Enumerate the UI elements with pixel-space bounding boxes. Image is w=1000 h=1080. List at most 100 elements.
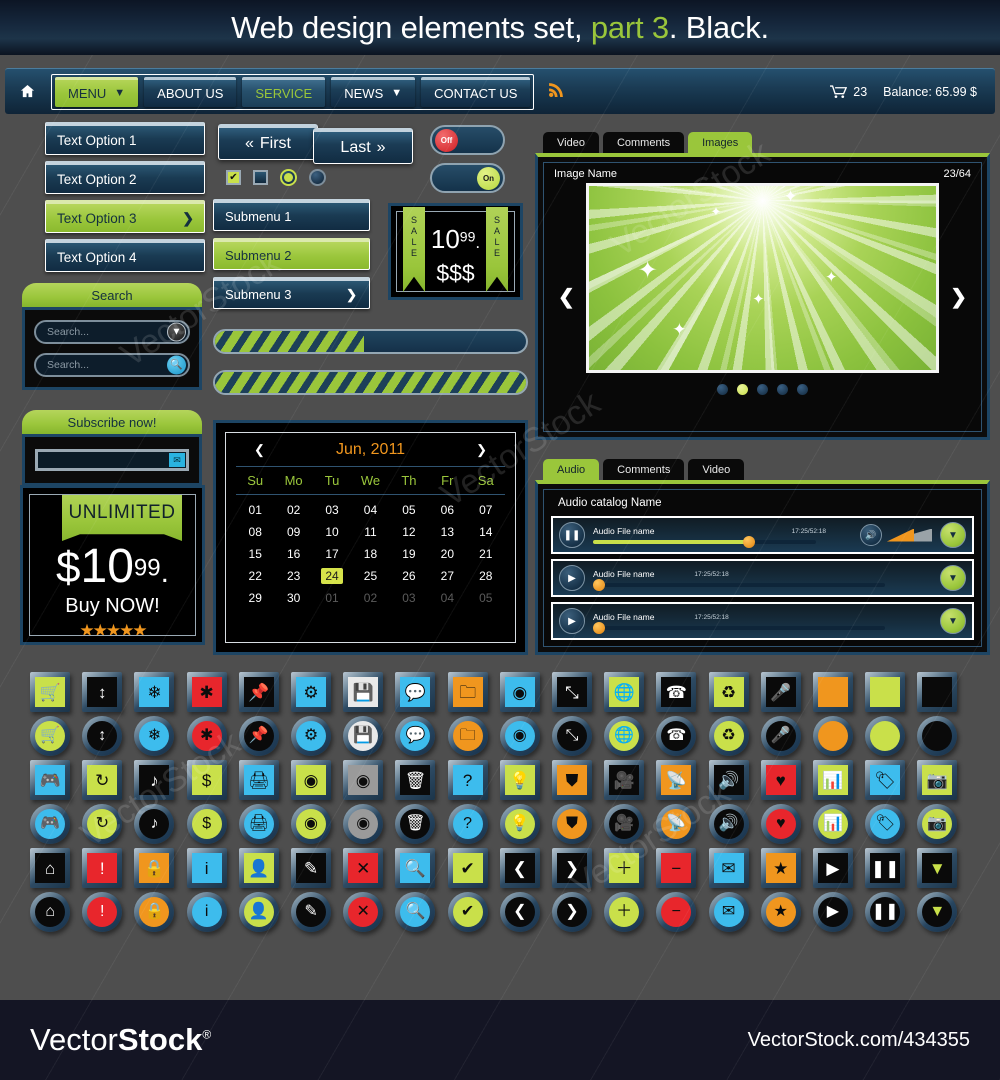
- icon-button-snowflake[interactable]: ❄: [128, 716, 180, 756]
- audio-tab-video[interactable]: Video: [688, 459, 745, 480]
- envelope-icon[interactable]: ✉: [169, 453, 185, 467]
- blank-black-icon[interactable]: [922, 677, 953, 707]
- icon-button-chevron-right[interactable]: ❯: [546, 892, 598, 932]
- speaker-icon[interactable]: 🔊: [713, 809, 744, 839]
- help-icon[interactable]: ?: [452, 809, 483, 839]
- calendar-day[interactable]: 22: [236, 565, 274, 587]
- chevron-down-circle-icon[interactable]: ▼: [922, 853, 953, 883]
- icon-button-eye[interactable]: ◉: [285, 760, 337, 800]
- icon-button-heart[interactable]: ♥: [755, 760, 807, 800]
- icon-button-pause[interactable]: ❚❚: [859, 848, 911, 888]
- calendar-day[interactable]: 10: [313, 521, 351, 543]
- icon-button-speaker[interactable]: 🔊: [702, 804, 754, 844]
- icon-button-user[interactable]: 👤: [233, 892, 285, 932]
- shield-icon[interactable]: ⛊: [556, 809, 587, 839]
- blank-green-icon[interactable]: [870, 677, 901, 707]
- icon-button-sliders[interactable]: ↕: [76, 672, 128, 712]
- audio-row[interactable]: ▶ Audio File name 17:25/52:18 ▼: [551, 559, 974, 597]
- audio-seek-knob[interactable]: [593, 579, 605, 591]
- calendar-day[interactable]: 06: [428, 499, 466, 521]
- calendar-day[interactable]: 24: [313, 565, 351, 587]
- video-camera-icon[interactable]: 🎥: [609, 765, 640, 795]
- nav-item-service[interactable]: SERVICE: [242, 76, 326, 107]
- calendar-day[interactable]: 23: [274, 565, 312, 587]
- icon-button-pin[interactable]: 📌: [233, 672, 285, 712]
- pause-icon[interactable]: ❚❚: [870, 897, 901, 927]
- calendar-day[interactable]: 01: [313, 587, 351, 609]
- icon-button-camera[interactable]: 📷: [911, 804, 963, 844]
- cart-icon[interactable]: 🛒: [35, 677, 66, 707]
- icon-button-search[interactable]: 🔍: [389, 848, 441, 888]
- blank-green-icon[interactable]: [870, 721, 901, 751]
- icon-button-disc[interactable]: ◉: [494, 672, 546, 712]
- lock-icon[interactable]: 🔒: [139, 853, 170, 883]
- pause-icon[interactable]: ❚❚: [559, 522, 585, 548]
- chevron-left-icon[interactable]: ❮: [504, 897, 535, 927]
- gallery-dot[interactable]: [717, 384, 728, 395]
- close-icon[interactable]: ✕: [348, 853, 379, 883]
- icon-button-gear[interactable]: ⚙: [285, 672, 337, 712]
- icon-button-blank-black[interactable]: [911, 672, 963, 712]
- icon-button-music-note[interactable]: ♪: [128, 760, 180, 800]
- calendar-day[interactable]: 14: [467, 521, 505, 543]
- icon-button-info[interactable]: i: [181, 848, 233, 888]
- icon-button-folder[interactable]: 🗀: [442, 716, 494, 756]
- cart-icon[interactable]: 🛒: [35, 721, 66, 751]
- play-icon[interactable]: ▶: [817, 853, 848, 883]
- nav-item-contact[interactable]: CONTACT US: [421, 76, 531, 107]
- nav-item-news[interactable]: NEWS ▼: [331, 76, 416, 107]
- icon-button-tag[interactable]: 🏷: [859, 804, 911, 844]
- lightbulb-icon[interactable]: 💡: [504, 765, 535, 795]
- audio-tab-audio[interactable]: Audio: [543, 459, 600, 480]
- star-icon[interactable]: ★: [765, 897, 796, 927]
- icon-button-dollar[interactable]: $: [181, 804, 233, 844]
- icon-button-check[interactable]: ✔: [442, 848, 494, 888]
- calendar-day[interactable]: 05: [390, 499, 428, 521]
- pin-icon[interactable]: 📌: [243, 677, 274, 707]
- icon-button-plus[interactable]: ＋: [598, 848, 650, 888]
- calendar-day[interactable]: 08: [236, 521, 274, 543]
- info-icon[interactable]: i: [191, 897, 222, 927]
- info-icon[interactable]: i: [191, 853, 222, 883]
- sliders-icon[interactable]: ↕: [87, 721, 118, 751]
- icon-button-pencil[interactable]: ✎: [285, 892, 337, 932]
- refresh-icon[interactable]: ↻: [87, 809, 118, 839]
- icon-button-music-note[interactable]: ♪: [128, 804, 180, 844]
- folder-icon[interactable]: 🗀: [452, 677, 483, 707]
- calendar-day[interactable]: 28: [467, 565, 505, 587]
- text-option-4[interactable]: Text Option 4: [45, 239, 205, 272]
- icon-button-asterisk[interactable]: ✱: [181, 716, 233, 756]
- calendar-day[interactable]: 12: [390, 521, 428, 543]
- play-icon[interactable]: ▶: [559, 608, 585, 634]
- icon-button-trash[interactable]: 🗑: [389, 760, 441, 800]
- icon-button-disc[interactable]: ◉: [494, 716, 546, 756]
- icon-button-recycle[interactable]: ♻: [702, 716, 754, 756]
- expand-icon[interactable]: ⤡: [556, 721, 587, 751]
- dollar-icon[interactable]: $: [191, 809, 222, 839]
- snowflake-icon[interactable]: ❄: [139, 721, 170, 751]
- gallery-next-button[interactable]: ❯: [950, 285, 967, 310]
- eye-icon[interactable]: ◉: [296, 809, 327, 839]
- progress-bar-partial[interactable]: [213, 329, 528, 354]
- printer-icon[interactable]: 🖨: [243, 765, 274, 795]
- icon-button-sliders[interactable]: ↕: [76, 716, 128, 756]
- progress-bar-full[interactable]: [213, 370, 528, 395]
- audio-row[interactable]: ▶ Audio File name 17:25/52:18 ▼: [551, 602, 974, 640]
- calendar-day[interactable]: 16: [274, 543, 312, 565]
- icon-button-gear[interactable]: ⚙: [285, 716, 337, 756]
- printer-icon[interactable]: 🖨: [243, 809, 274, 839]
- speaker-icon[interactable]: 🔊: [860, 524, 882, 546]
- envelope-icon[interactable]: ✉: [713, 897, 744, 927]
- audio-seek-knob[interactable]: [742, 536, 755, 548]
- envelope-icon[interactable]: ✉: [713, 853, 744, 883]
- calendar-day[interactable]: 27: [428, 565, 466, 587]
- heart-icon[interactable]: ♥: [765, 765, 796, 795]
- icon-button-speaker[interactable]: 🔊: [702, 760, 754, 800]
- chevron-right-icon[interactable]: ❯: [556, 897, 587, 927]
- pager-last-button[interactable]: Last »: [313, 128, 413, 164]
- shield-icon[interactable]: ⛊: [556, 765, 587, 795]
- calendar-prev-button[interactable]: ❮: [254, 442, 265, 458]
- icon-button-blank-orange[interactable]: [807, 672, 859, 712]
- home-icon[interactable]: ⌂: [35, 853, 66, 883]
- search-input-submit[interactable]: Search... 🔍: [34, 353, 190, 377]
